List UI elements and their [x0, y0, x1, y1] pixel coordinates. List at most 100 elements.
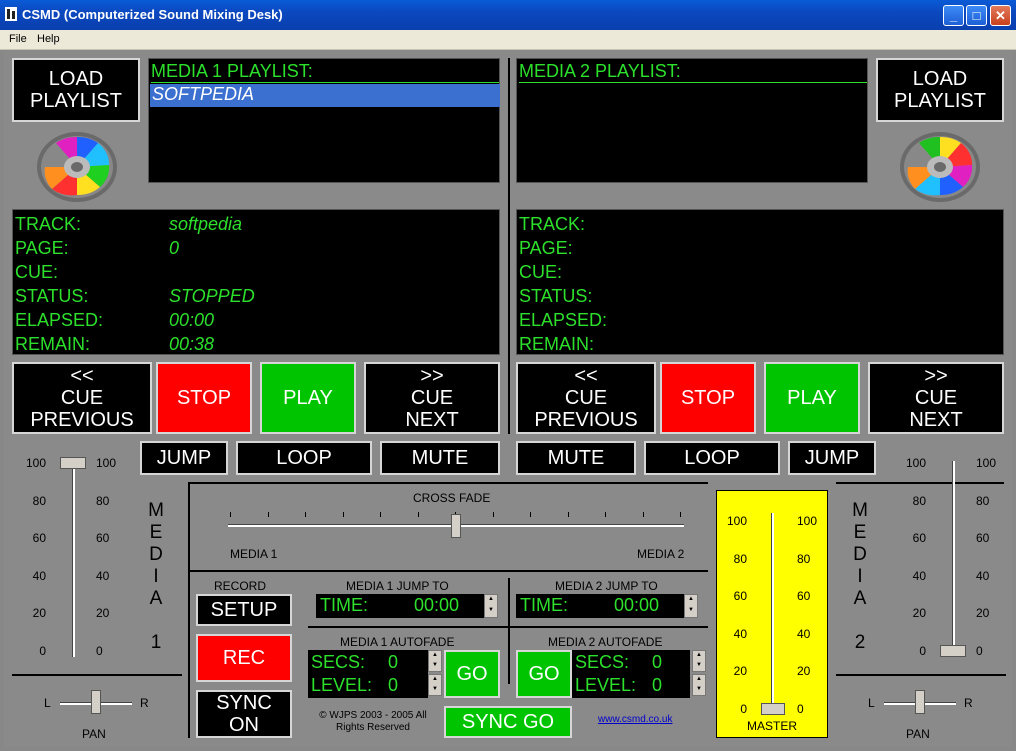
deck2-fader-tick-label: 100: [905, 456, 926, 470]
deck1-load-l2: PLAYLIST: [30, 90, 122, 112]
menu-help[interactable]: Help: [37, 33, 60, 45]
master-fader-tick-label: 60: [733, 589, 747, 604]
crossfade-tick: [417, 512, 419, 517]
deck1-fader-tick-label: 0: [39, 644, 46, 658]
vertical-label-char: 1: [150, 632, 162, 653]
master-fader-knob[interactable]: [761, 703, 785, 715]
deck1-fader-tick-label: 60: [32, 531, 46, 546]
deck2-fader-tick-label: 80: [976, 493, 990, 508]
website-link[interactable]: www.csmd.co.uk: [598, 714, 672, 725]
autofade2-go-button[interactable]: GO: [516, 650, 572, 698]
deck2-fader-tick-label: 100: [976, 456, 997, 470]
autofade1-level-value[interactable]: 0: [388, 675, 398, 696]
close-button[interactable]: ✕: [990, 5, 1011, 26]
sync-on-button[interactable]: SYNC ON: [196, 690, 292, 738]
deck1-mute-button[interactable]: MUTE: [380, 441, 500, 475]
jump1-spinner[interactable]: ▲ ▼: [484, 594, 498, 618]
master-fader-tick-label: 0: [797, 702, 804, 716]
deck-divider: [508, 58, 510, 434]
maximize-button[interactable]: □: [966, 5, 987, 26]
deck2-volume-fader[interactable]: 100 100 80 80 60 60 40 40 20 20 0 0: [896, 456, 1006, 666]
deck1-status-label: STATUS:: [15, 286, 89, 306]
deck2-fader-tick-label: 60: [976, 531, 990, 546]
crossfade-tick: [230, 512, 231, 517]
sync-on-l1: SYNC: [216, 692, 272, 714]
deck2-playlist-title: MEDIA 2 PLAYLIST:: [519, 61, 867, 83]
deck1-load-playlist-button[interactable]: LOAD PLAYLIST: [12, 58, 140, 122]
master-panel: 100 100 80 80 60 60 40 40 20 20 0 0 MASTER: [716, 490, 828, 738]
deck1-fader-knob[interactable]: [60, 457, 86, 469]
deck2-load-l2: PLAYLIST: [894, 90, 986, 112]
crossfade-title: CROSS FADE: [413, 491, 491, 505]
vertical-label-char: I: [153, 566, 159, 587]
deck2-mute-button[interactable]: MUTE: [516, 441, 636, 475]
minimize-button[interactable]: _: [943, 5, 964, 26]
autofade2-secs-value[interactable]: 0: [652, 652, 662, 673]
deck2-fader-knob[interactable]: [940, 645, 966, 657]
deck2-load-playlist-button[interactable]: LOAD PLAYLIST: [876, 58, 1004, 122]
deck2-cue-previous-button[interactable]: << CUE PREVIOUS: [516, 362, 656, 434]
deck1-fader-tick-label: 40: [32, 568, 46, 583]
crossfade-tick: [605, 512, 606, 517]
deck1-fader-tick-label: 20: [32, 606, 46, 621]
master-fader-track[interactable]: [771, 513, 774, 709]
app-icon: [5, 7, 17, 21]
jump2-spinner[interactable]: ▲ ▼: [684, 594, 698, 618]
deck2-stop-button[interactable]: STOP: [660, 362, 756, 434]
autofade2-secs-spinner[interactable]: ▲ ▼: [692, 650, 706, 672]
menu-file[interactable]: File: [9, 33, 27, 45]
master-fader-tick-label: 40: [733, 626, 747, 641]
deck2-playlist-panel: MEDIA 2 PLAYLIST:: [516, 58, 868, 183]
sync-go-button[interactable]: SYNC GO: [444, 706, 572, 738]
deck1-play-button[interactable]: PLAY: [260, 362, 356, 434]
autofade1-go-button[interactable]: GO: [444, 650, 500, 698]
rec-button[interactable]: REC: [196, 634, 292, 682]
autofade2-level-spinner[interactable]: ▲ ▼: [692, 674, 706, 696]
vertical-label-char: 2: [854, 632, 866, 653]
deck1-cue-previous-button[interactable]: << CUE PREVIOUS: [12, 362, 152, 434]
deck2-jump-button[interactable]: JUMP: [788, 441, 876, 475]
deck1-jump-button[interactable]: JUMP: [140, 441, 228, 475]
autofade2-level-value[interactable]: 0: [652, 675, 662, 696]
deck1-fader-tick-label: 40: [96, 568, 110, 583]
autofade-top-divider: [308, 626, 708, 628]
deck1-remain-label: REMAIN:: [15, 334, 91, 354]
deck2-cue-next-button[interactable]: >> CUE NEXT: [868, 362, 1004, 434]
vertical-label-char: D: [149, 544, 163, 565]
autofade1-secs-value[interactable]: 0: [388, 652, 398, 673]
deck1-volume-fader[interactable]: 100 100 80 80 60 60 40 40 20 20 0 0: [20, 456, 130, 666]
autofade2-title: MEDIA 2 AUTOFADE: [548, 635, 663, 649]
deck2-play-button[interactable]: PLAY: [764, 362, 860, 434]
crossfade-tick: [567, 512, 569, 517]
deck1-playlist-item[interactable]: SOFTPEDIA: [150, 84, 500, 107]
jump2-time-value: 00:00: [614, 595, 660, 615]
deck2-pan-knob[interactable]: [915, 690, 925, 714]
jump1-time-field[interactable]: TIME: 00:00: [316, 594, 484, 618]
autofade1-secs-label: SECS:: [311, 652, 366, 672]
vertical-label-char: [144, 610, 168, 632]
setup-button[interactable]: SETUP: [196, 594, 292, 626]
autofade1-title: MEDIA 1 AUTOFADE: [340, 635, 455, 649]
crossfade-knob[interactable]: [451, 514, 461, 538]
deck2-loop-button[interactable]: LOOP: [644, 441, 780, 475]
deck2-remain-label: REMAIN:: [519, 334, 595, 354]
deck1-pan-knob[interactable]: [91, 690, 101, 714]
master-fader-tick-label: 20: [797, 664, 811, 679]
deck2-pan-divider: [836, 674, 1006, 676]
deck1-fader-tick-label: 100: [25, 456, 46, 470]
deck2-elapsed-label: ELAPSED:: [519, 310, 608, 330]
autofade1-secs-spinner[interactable]: ▲ ▼: [428, 650, 442, 672]
deck1-loop-button[interactable]: LOOP: [236, 441, 372, 475]
copyright-l1: © WJPS 2003 - 2005 All: [319, 710, 427, 721]
deck2-status-label: STATUS:: [519, 286, 593, 306]
autofade1-level-spinner[interactable]: ▲ ▼: [428, 674, 442, 696]
vertical-label-char: I: [857, 566, 863, 587]
deck1-stop-button[interactable]: STOP: [156, 362, 252, 434]
deck1-cue-next-button[interactable]: >> CUE NEXT: [364, 362, 500, 434]
deck1-fader-tick-label: 0: [96, 644, 103, 658]
title-bar: CSMD (Computerized Sound Mixing Desk) _ …: [0, 0, 1016, 30]
deck1-fader-tick-label: 80: [32, 493, 46, 508]
jump-divider: [508, 578, 510, 684]
deck1-fader-tick-label: 20: [96, 606, 110, 621]
jump2-time-field[interactable]: TIME: 00:00: [516, 594, 684, 618]
